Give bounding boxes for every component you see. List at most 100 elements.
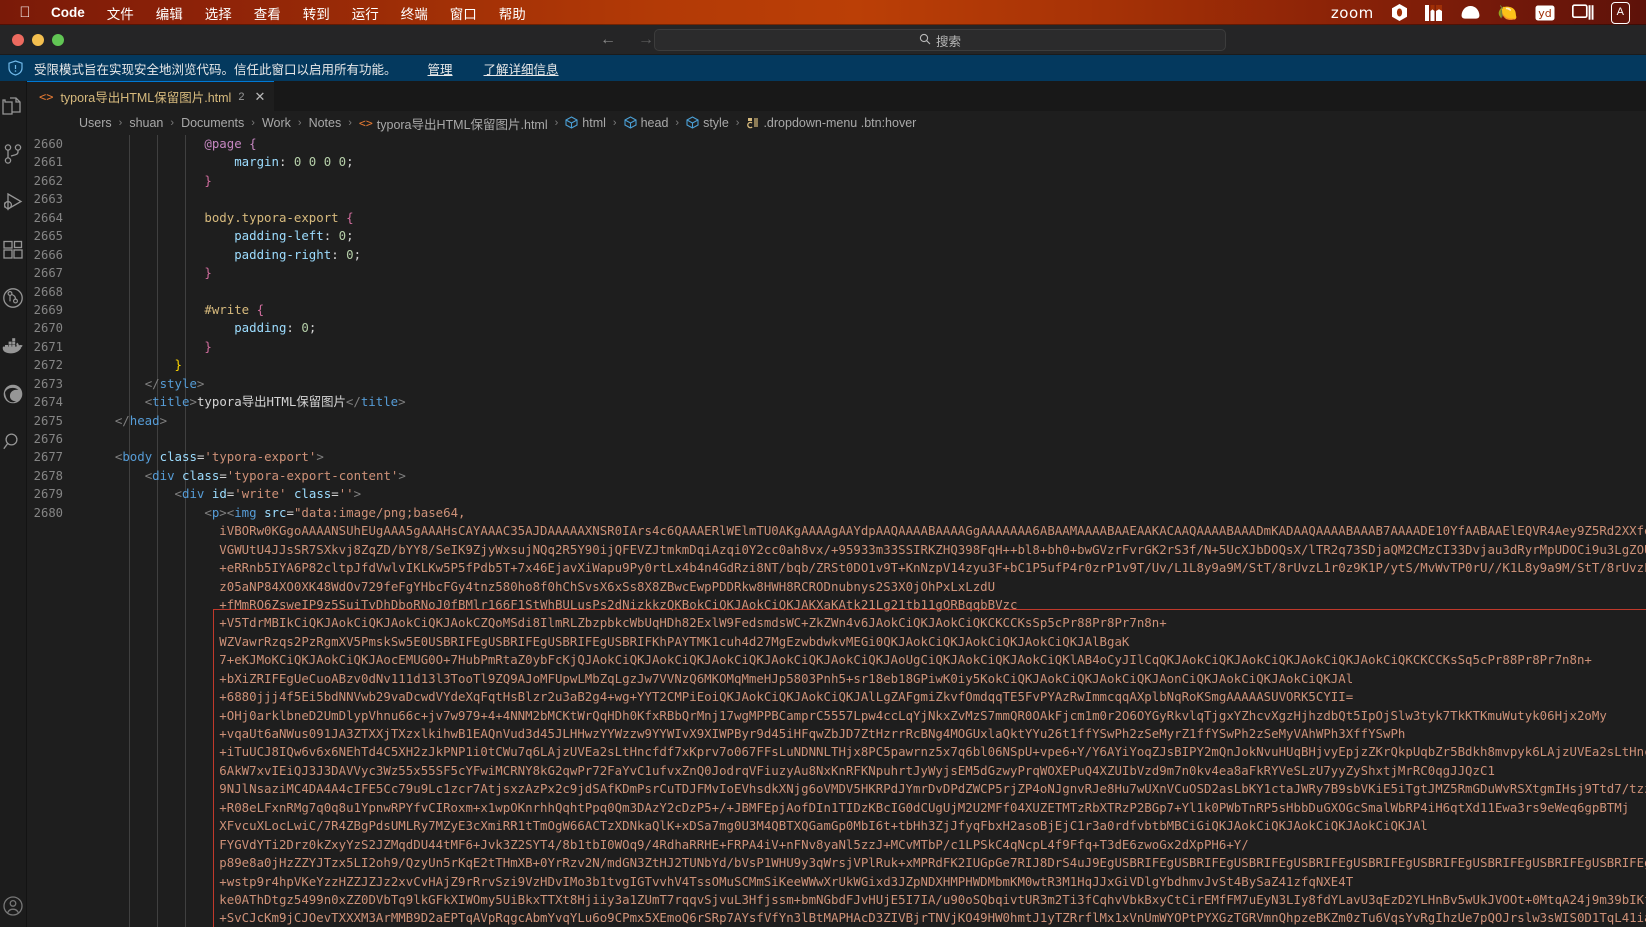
code-line[interactable]: +vqaUt6aNWus091JA3ZTXXjTXzxlkihwB1EAQnVu… [27, 725, 1646, 743]
code-line[interactable]: 2672 } [27, 356, 1646, 374]
sidebar-item-extensions[interactable] [0, 237, 26, 263]
bookshelf-icon[interactable] [1424, 2, 1443, 24]
code-line[interactable]: 2675 </head> [27, 412, 1646, 430]
code-line[interactable]: VGWUtU4JJsSR7SXkvj8ZqZD/bYY8/SeIK9ZjyWxs… [27, 541, 1646, 559]
code-line[interactable]: +SvCJcKm9jCJOevTXXXM3ArMMB9D2aEPTqAVpRqg… [27, 909, 1646, 927]
code-line[interactable]: 2676 [27, 430, 1646, 448]
code-line[interactable]: +bXiZRIFEgUeCuoABzv0dNv111d13l3TooTl9ZQ9… [27, 670, 1646, 688]
breadcrumb-item-1[interactable]: shuan [129, 116, 163, 130]
sidebar-item-gitlens[interactable] [0, 285, 26, 311]
breadcrumb-item-5[interactable]: <> typora导出HTML保留图片.html [359, 114, 548, 133]
editor-tab-active[interactable]: <> typora导出HTML保留图片.html 2 ✕ [27, 81, 275, 111]
sidebar-item-explorer[interactable] [0, 93, 26, 119]
hexagon-icon[interactable] [1391, 2, 1408, 24]
code-line[interactable]: 2678 <div class='typora-export-content'> [27, 467, 1646, 485]
code-editor[interactable]: 2660 @page {2661 margin: 0 0 0 0; 2662 } 2… [27, 135, 1646, 927]
code-line[interactable]: XFvcuXLocLwiC/7R4ZBgPdsUMLRy7MZyE3cXmiRR… [27, 817, 1646, 835]
menu-help[interactable]: 帮助 [488, 3, 537, 23]
code-line[interactable]: p89e8a0jHzZZYJTzx5LI2oh9/QzyUn5rKqE2tTHm… [27, 854, 1646, 872]
code-line[interactable]: 2679 <div id='write' class=''> [27, 485, 1646, 503]
youdao-icon[interactable]: yd [1535, 2, 1555, 24]
code-line[interactable]: 2680 <p><img src="data:image/png;base64, [27, 504, 1646, 522]
breadcrumb-item-0[interactable]: Users [79, 116, 112, 130]
menu-selection[interactable]: 选择 [194, 3, 243, 23]
css-rule-icon [746, 116, 759, 130]
code-line[interactable]: 2669 #write { [27, 301, 1646, 319]
menu-terminal[interactable]: 终端 [390, 3, 439, 23]
code-line[interactable]: 2663 [27, 190, 1646, 208]
menu-run[interactable]: 运行 [341, 3, 390, 23]
code-line[interactable]: WZVawrRzqs2PzRgmXV5PmskSw5E0USBRIFEgUSBR… [27, 633, 1646, 651]
code-line[interactable]: 6AkW7xvIEiQJ3J3DAVVyc3Wz55x55SF5cYFwiMCR… [27, 762, 1646, 780]
code-line[interactable]: 2674 <title>typora导出HTML保留图片</title> [27, 393, 1646, 411]
zoom-menu-item[interactable]: zoom [1331, 2, 1374, 24]
code-line[interactable]: 2660 @page { [27, 135, 1646, 153]
breadcrumb-item-8[interactable]: style [686, 116, 729, 130]
code-line[interactable]: 2661 margin: 0 0 0 0; [27, 153, 1646, 171]
code-line[interactable]: 9NJlNsaziMC4DA4A4cIFE5Cc79u9Lc1zcr7Atjsx… [27, 780, 1646, 798]
menu-file[interactable]: 文件 [96, 3, 145, 23]
cloud-icon[interactable] [1460, 2, 1481, 24]
menu-code[interactable]: Code [40, 5, 96, 20]
code-line[interactable]: 2668 [27, 283, 1646, 301]
account-icon[interactable] [0, 893, 26, 919]
line-number: 2671 [33, 339, 63, 354]
code-line[interactable]: FYGVdYTi2Drz0kZxyYzS2JZMqdDU44tMF6+Jvk3Z… [27, 836, 1646, 854]
sidebar-item-search[interactable] [0, 429, 26, 455]
breadcrumb-item-2[interactable]: Documents [181, 116, 244, 130]
code-line[interactable]: +OHj0arklbneD2UmDlypVhnu66c+jv7w979+4+4N… [27, 707, 1646, 725]
banner-learn-more-link[interactable]: 了解详细信息 [484, 59, 559, 78]
line-number: 2675 [33, 413, 63, 428]
apple-logo-icon[interactable]:  [10, 5, 40, 20]
code-line[interactable]: ke0AThDtgz5499n0xZZ0DVbTq9lkGFkXIWOmy5Ui… [27, 891, 1646, 909]
banner-manage-link[interactable]: 管理 [428, 59, 453, 78]
code-line[interactable]: 2673 </style> [27, 375, 1646, 393]
lemon-icon[interactable]: 🍋 [1498, 2, 1518, 24]
code-line[interactable]: 2662 } [27, 172, 1646, 190]
breadcrumb-item-7[interactable]: head [624, 116, 668, 130]
code-line[interactable]: +R08eLFxnRMg7q0q8u1YpnwRPYfvCIRoxm+x1wpO… [27, 799, 1646, 817]
code-line[interactable]: 2677 <body class='typora-export'> [27, 448, 1646, 466]
line-number [27, 725, 85, 743]
menu-go[interactable]: 转到 [292, 3, 341, 23]
code-line[interactable]: 2664 body.typora-export { [27, 209, 1646, 227]
sidebar-item-docker[interactable] [0, 333, 26, 359]
line-content: <p><img src="data:image/png;base64, [204, 504, 466, 520]
sidebar-item-run-and-debug[interactable] [0, 189, 26, 215]
breadcrumb-item-3[interactable]: Work [262, 116, 291, 130]
code-line[interactable]: +eRRnb5IYA6P82cltpJfdVwlvIKLKw5P5fPdb5T+… [27, 559, 1646, 577]
breadcrumb-separator: › [118, 117, 123, 129]
breadcrumb-item-9[interactable]: .dropdown-menu .btn:hover [746, 116, 916, 130]
code-line[interactable]: +6880jjj4f5Ei5bdNNVwb29vaDcwdVYdeXqFqtHs… [27, 688, 1646, 706]
code-line[interactable]: +V5TdrMBIkCiQKJAokCiQKJAokCiQKJAokCZQoMS… [27, 614, 1646, 632]
code-line[interactable]: 2670 padding: 0; [27, 319, 1646, 337]
command-center-search[interactable]: 搜索 [654, 29, 1226, 51]
code-line[interactable]: +wstp9r4hpVKeYzzHZZJZJz2xvCvHAjZ9rRrvSzi… [27, 873, 1646, 891]
input-source-icon[interactable]: A [1610, 1, 1630, 24]
sidebar-item-edge-tools[interactable] [0, 381, 26, 407]
sidebar-item-source-control[interactable] [0, 141, 26, 167]
menu-window[interactable]: 窗口 [439, 3, 488, 23]
code-line[interactable]: 7+eKJMoKCiQKJAokCiQKJAocEMUG0O+7HubPmRta… [27, 651, 1646, 669]
go-back-icon[interactable]: ← [600, 31, 616, 49]
code-line[interactable]: 2667 } [27, 264, 1646, 282]
go-forward-icon[interactable]: → [638, 31, 654, 49]
code-line[interactable]: z05aNP84XO0XK48WdOv729feFgYHbcFGy4tnz580… [27, 578, 1646, 596]
code-line[interactable]: +iTuUCJ8IQw6v6x6NEhTd4C5XH2zJkPNP1i0tCWu… [27, 743, 1646, 761]
menu-edit[interactable]: 编辑 [145, 3, 194, 23]
close-window-button[interactable] [12, 33, 24, 46]
menu-view[interactable]: 查看 [243, 3, 292, 23]
code-line[interactable]: 2665 padding-left: 0; [27, 227, 1646, 245]
breadcrumb-item-4[interactable]: Notes [309, 116, 342, 130]
split-view-icon[interactable] [1571, 2, 1594, 24]
breadcrumb-item-6[interactable]: html [565, 116, 606, 130]
breadcrumb-item-label: typora导出HTML保留图片.html [376, 117, 548, 132]
code-line[interactable]: 2666 padding-right: 0; [27, 246, 1646, 264]
code-line[interactable]: +fMmRO6ZsweIP9z5SuiTvDhDboRNoJ0fBMlr166F… [27, 596, 1646, 614]
code-line[interactable]: 2671 } [27, 338, 1646, 356]
code-line[interactable]: iVBORw0KGgoAAAANSUhEUgAAA5gAAAHsCAYAAAC3… [27, 522, 1646, 540]
minimize-window-button[interactable] [32, 33, 44, 46]
line-content: +eRRnb5IYA6P82cltpJfdVwlvIKLKw5P5fPdb5T+… [85, 560, 1646, 576]
maximize-window-button[interactable] [52, 33, 64, 46]
close-icon[interactable]: ✕ [254, 89, 265, 105]
